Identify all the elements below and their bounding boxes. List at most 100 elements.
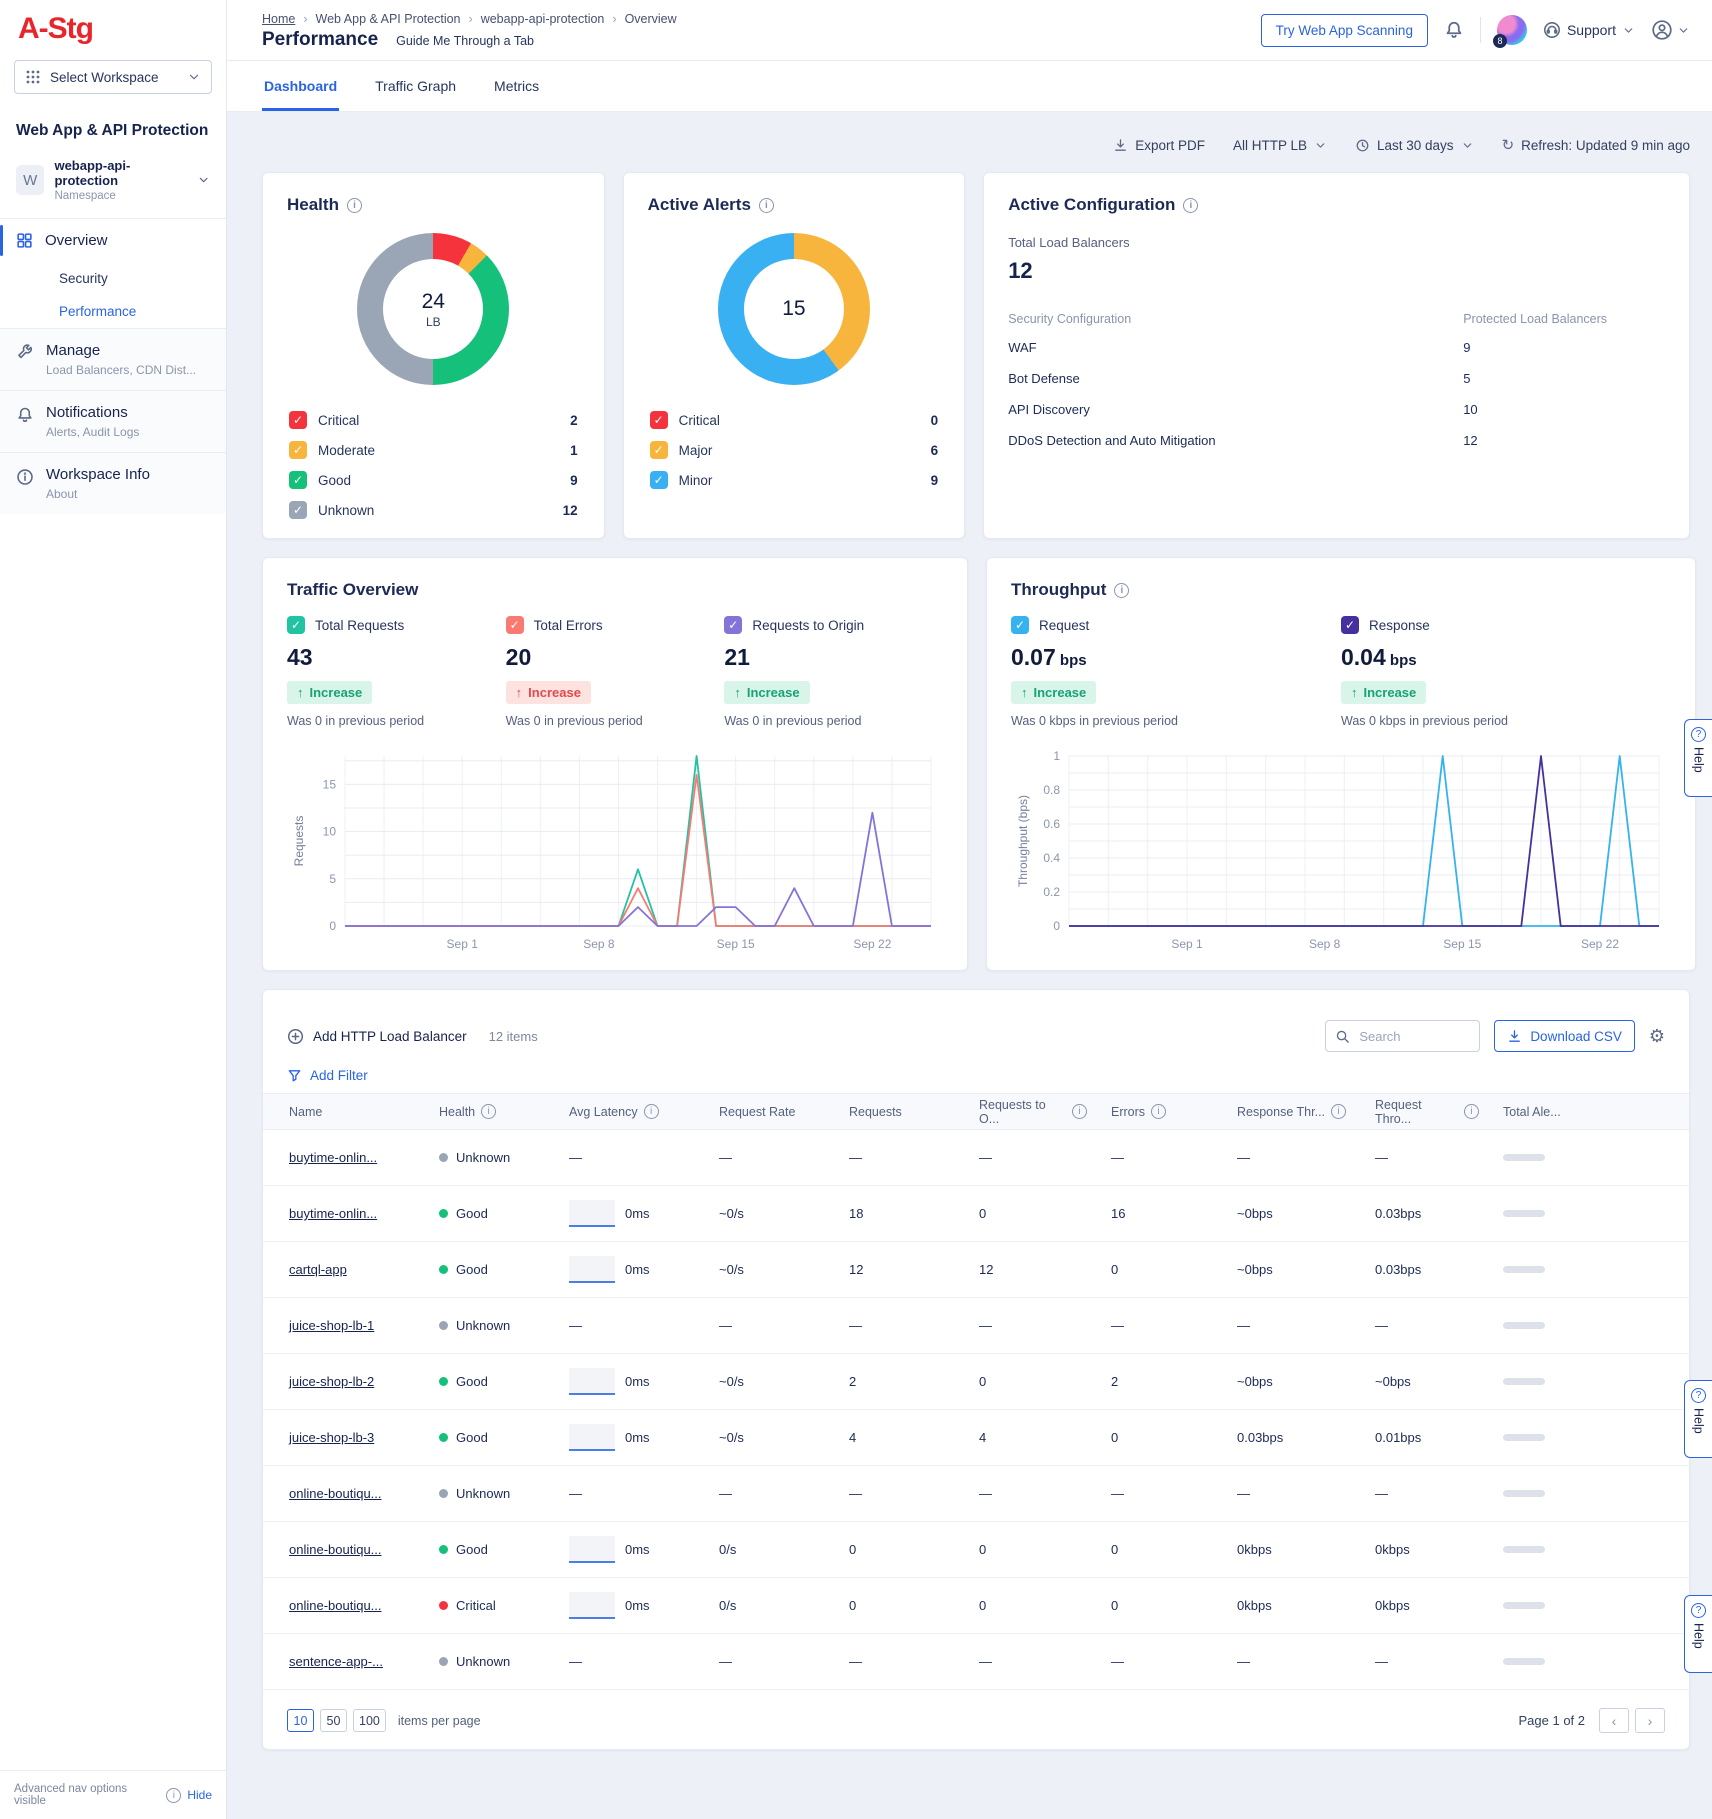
breadcrumb-item-home[interactable]: Home [262,12,295,26]
legend-label: Minor [679,473,713,488]
lb-name-link[interactable]: juice-shop-lb-1 [289,1318,374,1333]
checkbox-critical[interactable]: ✓ [650,411,668,429]
sidebar-item-notifications[interactable]: NotificationsAlerts, Audit Logs [0,390,226,452]
export-pdf-button[interactable]: Export PDF [1113,138,1205,153]
column-header-errors[interactable]: Errorsi [1087,1104,1213,1119]
gear-icon[interactable]: ⚙ [1649,1026,1665,1047]
next-page-button[interactable]: › [1635,1708,1665,1733]
help-tab[interactable]: ? Help [1684,1595,1712,1673]
previous-page-button[interactable]: ‹ [1599,1708,1629,1733]
tab-metrics[interactable]: Metrics [492,78,541,111]
cell-request-throughput: 0kbps [1351,1542,1479,1557]
info-icon[interactable]: i [1464,1104,1479,1119]
tab-dashboard[interactable]: Dashboard [262,78,339,111]
column-header-requests[interactable]: Requests [825,1105,955,1119]
page-size-100[interactable]: 100 [353,1709,386,1732]
checkbox-response[interactable]: ✓ [1341,616,1359,634]
page-size-10[interactable]: 10 [287,1709,314,1732]
column-header-name[interactable]: Name [263,1105,415,1119]
bell-icon[interactable] [1444,20,1464,40]
info-icon[interactable]: i [1331,1104,1346,1119]
lb-filter-select[interactable]: All HTTP LB [1233,138,1327,153]
page-size-50[interactable]: 50 [320,1709,347,1732]
lb-name-link[interactable]: cartql-app [289,1262,347,1277]
column-header-avg-latency[interactable]: Avg Latencyi [545,1104,695,1119]
workspace-selector[interactable]: Select Workspace [14,60,212,94]
cell-requests-to-origin: — [955,1486,1087,1501]
namespace-selector[interactable]: W webapp-api-protection Namespace [0,152,226,219]
column-header-total-ale[interactable]: Total Ale... [1479,1105,1599,1119]
checkbox-request[interactable]: ✓ [1011,616,1029,634]
info-icon[interactable]: i [481,1104,496,1119]
checkbox-critical[interactable]: ✓ [289,411,307,429]
checkbox-total-errors[interactable]: ✓ [506,616,524,634]
cell-value: ~0/s [719,1262,744,1277]
search-input[interactable] [1357,1028,1467,1045]
cell-requests-to-origin: — [955,1150,1087,1165]
cell-value: 0kbps [1237,1598,1272,1613]
info-icon[interactable]: i [644,1104,659,1119]
account-menu[interactable] [1651,19,1690,41]
checkbox-good[interactable]: ✓ [289,471,307,489]
add-http-lb-button[interactable]: Add HTTP Load Balancer [287,1028,467,1045]
table-row: buytime-onlin...Good0ms~0/s18016~0bps0.0… [263,1186,1690,1242]
checkbox-total-requests[interactable]: ✓ [287,616,305,634]
add-filter-button[interactable]: Add Filter [263,1052,1689,1093]
cell-name: juice-shop-lb-3 [263,1430,415,1445]
avatar[interactable]: 8 [1497,15,1527,45]
lb-name-link[interactable]: online-boutiqu... [289,1598,382,1613]
checkbox-moderate[interactable]: ✓ [289,441,307,459]
help-tab[interactable]: ? Help [1684,719,1712,797]
tab-traffic-graph[interactable]: Traffic Graph [373,78,458,111]
lb-name-link[interactable]: online-boutiqu... [289,1486,382,1501]
search-icon [1335,1029,1350,1044]
cell-response-throughput: 0kbps [1213,1598,1351,1613]
support-menu[interactable]: Support [1543,21,1635,39]
sidebar-item-manage[interactable]: ManageLoad Balancers, CDN Dist... [0,328,226,390]
try-web-app-scanning-button[interactable]: Try Web App Scanning [1261,14,1428,47]
lb-name-link[interactable]: juice-shop-lb-2 [289,1374,374,1389]
lb-name-link[interactable]: online-boutiqu... [289,1542,382,1557]
refresh-button[interactable]: ↻ Refresh: Updated 9 min ago [1502,136,1690,154]
stat-label: Total Errors [534,618,603,633]
checkbox-unknown[interactable]: ✓ [289,501,307,519]
lb-name-link[interactable]: juice-shop-lb-3 [289,1430,374,1445]
cell-errors: 0 [1087,1542,1213,1557]
column-header-request-rate[interactable]: Request Rate [695,1105,825,1119]
latency-sparkline [569,1368,615,1395]
stat-unit: bps [1056,652,1087,669]
time-range-select[interactable]: Last 30 days [1355,138,1474,153]
checkbox-requests-to-origin[interactable]: ✓ [724,616,742,634]
cell-request-rate: ~0/s [695,1430,825,1445]
info-icon[interactable]: i [1072,1104,1087,1119]
info-icon[interactable]: i [759,198,774,213]
sidebar-item-performance[interactable]: Performance [0,295,226,328]
column-header-response-thr[interactable]: Response Thr...i [1213,1104,1351,1119]
info-icon[interactable]: i [1183,198,1198,213]
cell-response-throughput: — [1213,1486,1351,1501]
column-header-requests-to-o[interactable]: Requests to O...i [955,1098,1087,1126]
info-icon[interactable]: i [347,198,362,213]
column-header-health[interactable]: Healthi [415,1104,545,1119]
lb-name-link[interactable]: sentence-app-... [289,1654,383,1669]
advanced-nav-text: Advanced nav options visible [14,1783,160,1807]
breadcrumb-item-overview[interactable]: Overview [625,12,677,26]
workspace-selector-label: Select Workspace [50,70,178,85]
info-icon[interactable]: i [1151,1104,1166,1119]
alerts-sparkline [1503,1490,1545,1497]
column-header-request-thro[interactable]: Request Thro...i [1351,1098,1479,1126]
download-csv-button[interactable]: Download CSV [1494,1020,1635,1052]
checkbox-minor[interactable]: ✓ [650,471,668,489]
guide-me-link[interactable]: Guide Me Through a Tab [396,34,534,48]
hide-link[interactable]: Hide [187,1788,212,1802]
sidebar-item-workspace-info[interactable]: Workspace InfoAbout [0,452,226,514]
lb-name-link[interactable]: buytime-onlin... [289,1206,377,1221]
lb-name-link[interactable]: buytime-onlin... [289,1150,377,1165]
info-icon[interactable]: i [1114,583,1129,598]
breadcrumb-item-webapp-api-protection[interactable]: webapp-api-protection [481,12,605,26]
checkbox-major[interactable]: ✓ [650,441,668,459]
breadcrumb-item-web-app-api-protection[interactable]: Web App & API Protection [316,12,461,26]
sidebar-item-overview[interactable]: Overview [0,219,226,262]
sidebar-item-security[interactable]: Security [0,262,226,295]
help-tab[interactable]: ? Help [1684,1380,1712,1458]
